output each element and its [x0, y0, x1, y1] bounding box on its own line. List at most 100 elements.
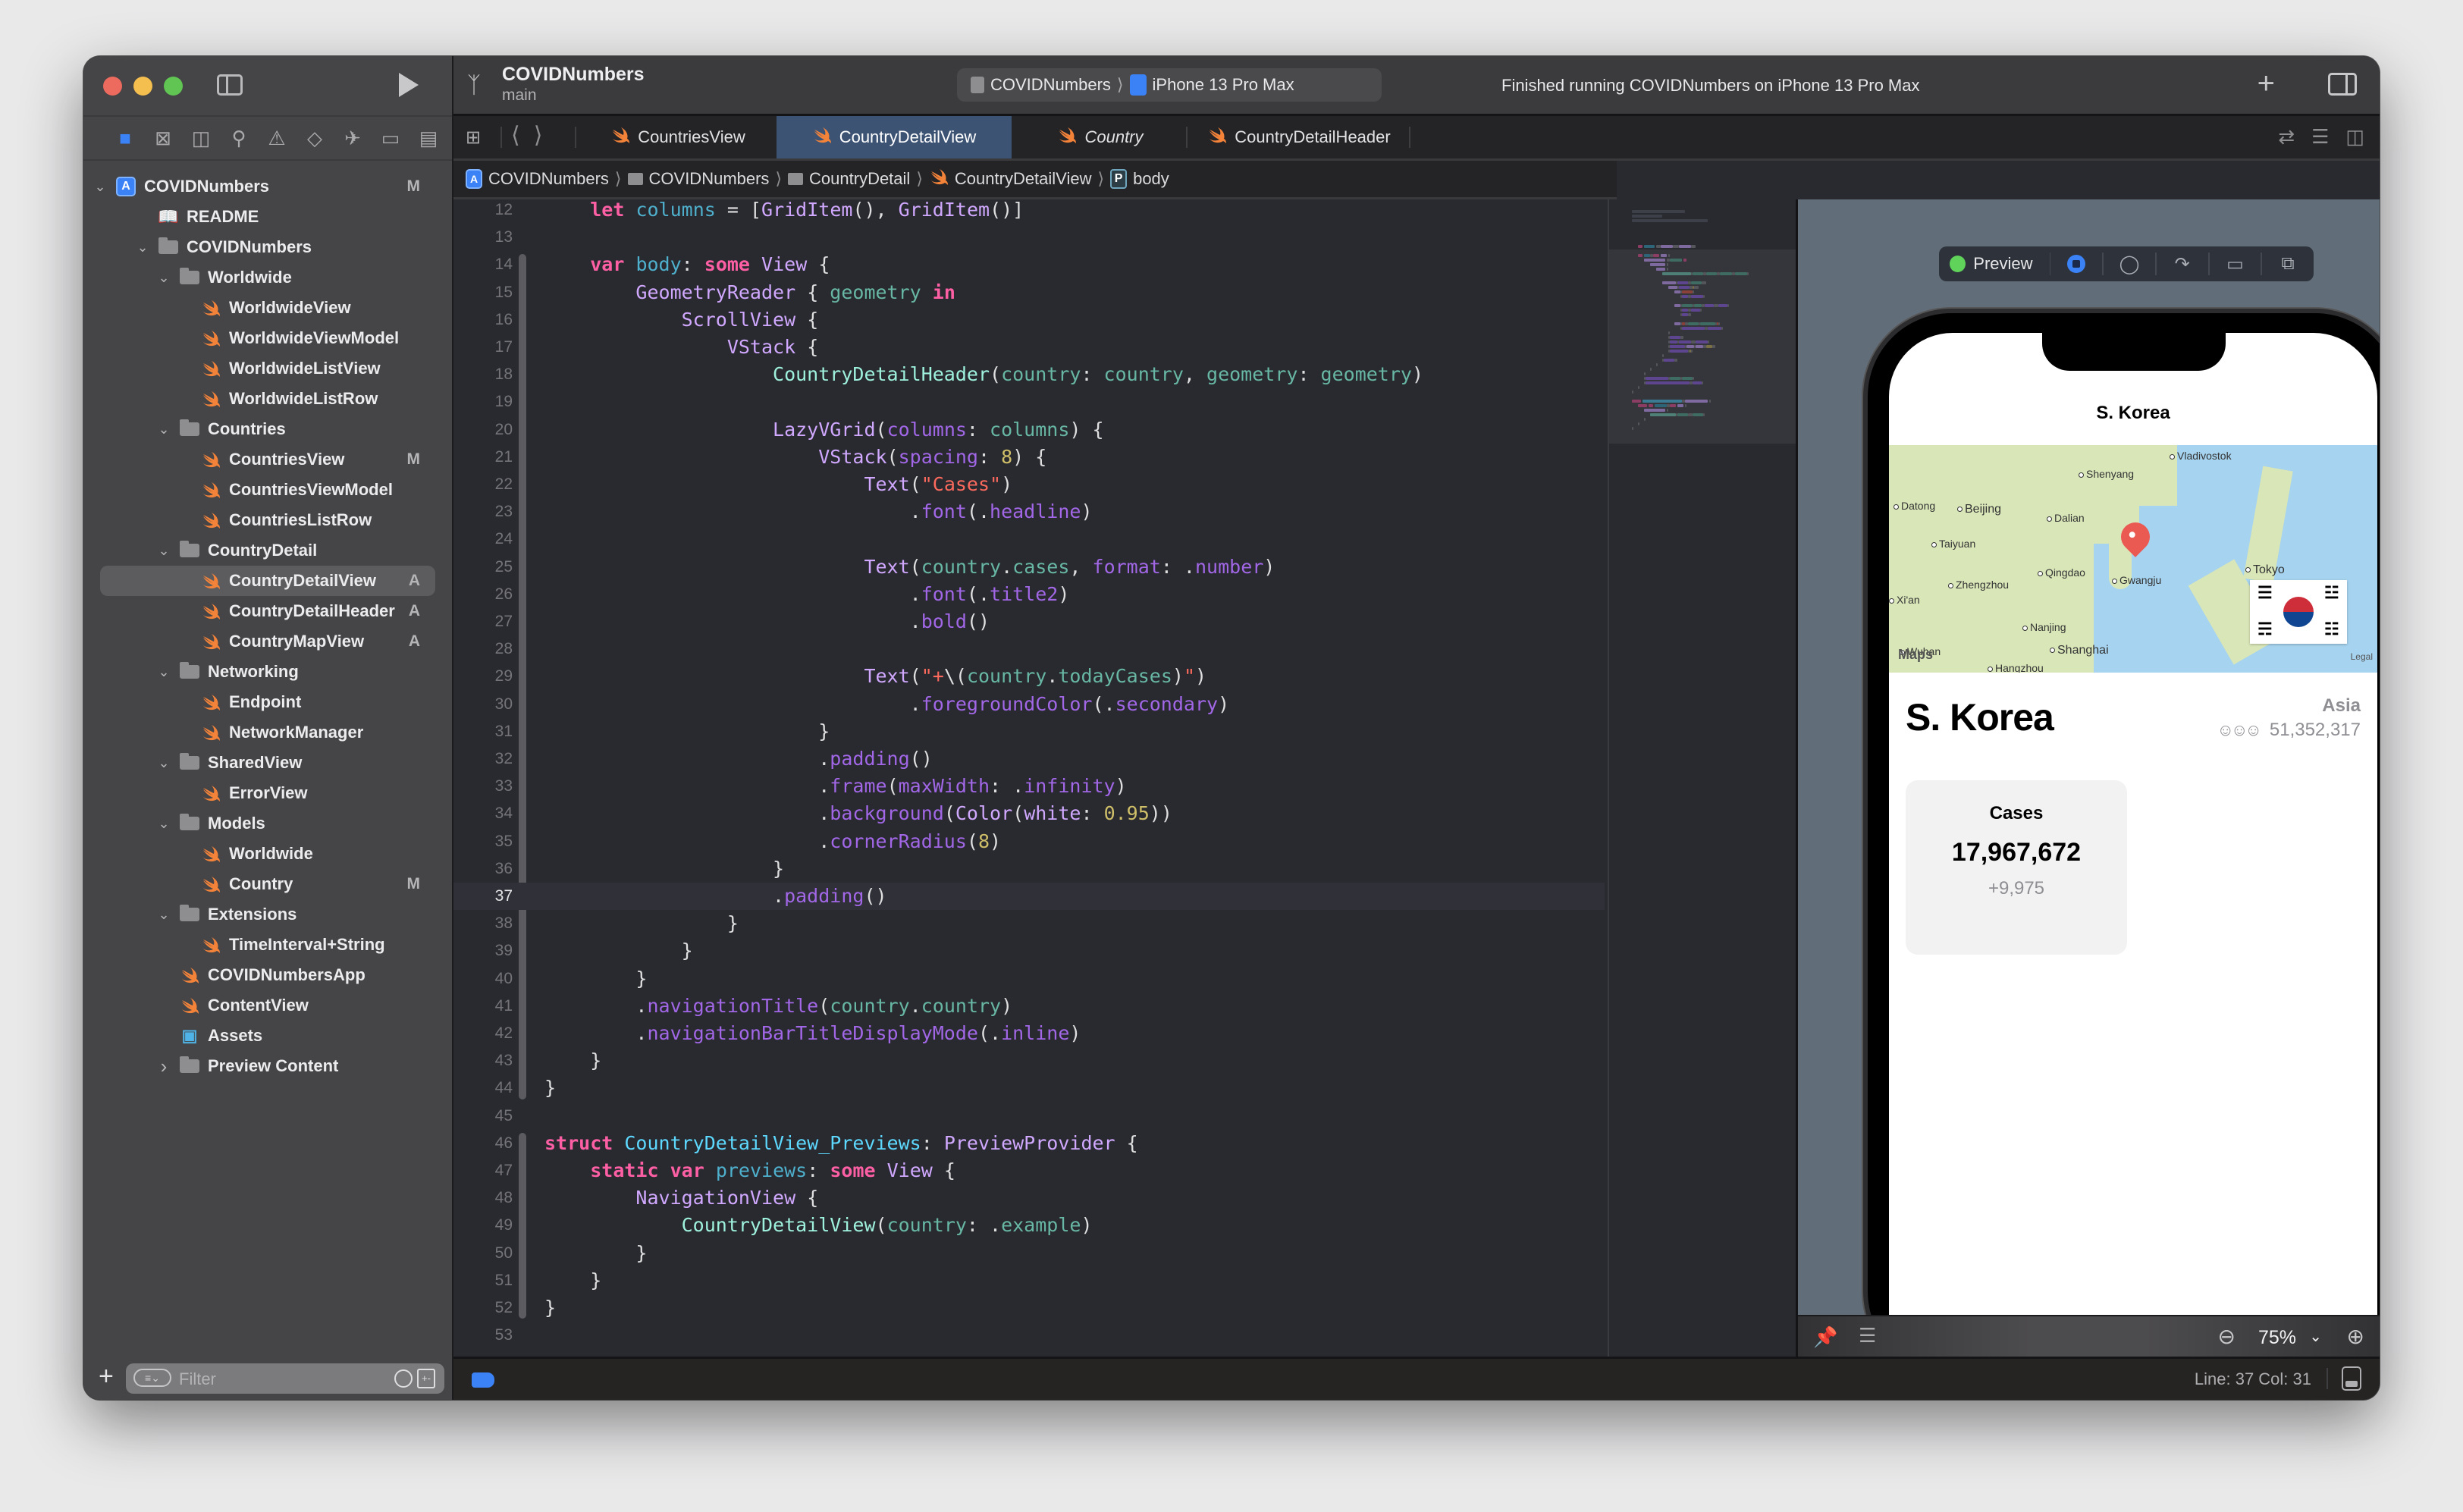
code-line[interactable]: 19 [453, 388, 1605, 416]
tree-item-assets[interactable]: ▣ Assets [83, 1021, 452, 1051]
code-line[interactable]: 41 .navigationTitle(country.country) [453, 993, 1605, 1020]
source-editor[interactable]: 12 let columns = [GridItem(), GridItem()… [453, 199, 1605, 1359]
breadcrumb-item[interactable]: COVIDNumbers [627, 169, 769, 189]
zoom-level[interactable]: 75% [2258, 1327, 2296, 1349]
code-line[interactable]: 42 .navigationBarTitleDisplayMode(.inlin… [453, 1020, 1605, 1047]
folder-icon[interactable]: ■ [106, 123, 144, 153]
close-window-button[interactable] [103, 77, 122, 96]
line-number[interactable]: 40 [453, 965, 513, 993]
tree-item-folder[interactable]: ⌄ Extensions [83, 899, 452, 930]
editor-tab[interactable]: Country [1015, 116, 1186, 158]
zoom-out-icon[interactable]: ⊖ [2218, 1324, 2236, 1349]
line-number[interactable]: 33 [453, 773, 513, 800]
code-line[interactable]: 44} [453, 1074, 1605, 1102]
code-line[interactable]: 46 struct CountryDetailView_Previews: Pre… [453, 1130, 1605, 1157]
line-number[interactable]: 52 [453, 1294, 513, 1322]
tree-item-swift[interactable]: ContentView [83, 990, 452, 1021]
recent-files-icon[interactable] [394, 1369, 413, 1388]
chevron-down-icon[interactable]: ⌄ [93, 179, 108, 195]
add-file-button[interactable]: + [99, 1362, 114, 1391]
code-line[interactable]: 21 VStack(spacing: 8) { [453, 444, 1605, 471]
line-number[interactable]: 12 [453, 199, 513, 224]
code-line[interactable]: 48 NavigationView { [453, 1184, 1605, 1212]
code-line[interactable]: 24 [453, 525, 1605, 553]
line-number[interactable]: 13 [453, 224, 513, 251]
editor-tab[interactable]: CountryDetailHeader [1189, 116, 1409, 158]
line-number[interactable]: 30 [453, 691, 513, 718]
library-plus-button[interactable]: + [2257, 67, 2275, 101]
run-button[interactable] [399, 73, 419, 97]
toggle-navigator-icon[interactable] [217, 74, 243, 96]
line-number[interactable]: 37 [453, 883, 513, 910]
chevron-down-icon[interactable]: ⌄ [156, 755, 171, 771]
line-number[interactable]: 24 [453, 525, 513, 553]
line-number[interactable]: 47 [453, 1157, 513, 1184]
rotate-device-icon[interactable]: ↷ [2157, 253, 2208, 275]
tree-item-folder[interactable]: ⌄ Countries [83, 414, 452, 444]
run-destination[interactable]: iPhone 13 Pro Max [1153, 75, 1294, 95]
line-number[interactable]: 31 [453, 718, 513, 745]
code-line[interactable]: 51 } [453, 1267, 1605, 1294]
chevron-down-icon[interactable]: ⌄ [156, 422, 171, 438]
breadcrumb-item[interactable]: Pbody [1110, 169, 1169, 189]
branch-name[interactable]: main [502, 86, 537, 105]
code-line[interactable]: 35 .cornerRadius(8) [453, 828, 1605, 855]
breakpoint-icon[interactable]: ▭ [372, 123, 409, 153]
line-number[interactable]: 41 [453, 993, 513, 1020]
scheme-selector[interactable]: COVIDNumbers ⟩ iPhone 13 Pro Max [957, 68, 1294, 102]
tree-item-swift[interactable]: CountryMapView A [83, 626, 452, 657]
line-number[interactable]: 46 [453, 1130, 513, 1157]
tree-item-swift[interactable]: WorldwideListView [83, 353, 452, 384]
tree-item-folder[interactable]: ⌄ COVIDNumbers [83, 232, 452, 262]
tree-item-folder[interactable]: › Preview Content [83, 1051, 452, 1081]
code-line[interactable]: 33 .frame(maxWidth: .infinity) [453, 773, 1605, 800]
line-number[interactable]: 42 [453, 1020, 513, 1047]
line-number[interactable]: 50 [453, 1240, 513, 1267]
tree-item-folder[interactable]: ⌄ Networking [83, 657, 452, 687]
code-line[interactable]: 27 .bold() [453, 608, 1605, 635]
device-settings-icon[interactable]: ▭ [2210, 253, 2261, 275]
line-number[interactable]: 20 [453, 416, 513, 444]
tree-item-swift[interactable]: CountryDetailHeader A [83, 596, 452, 626]
filter-options-icon[interactable]: ≡⌄ [133, 1369, 171, 1387]
add-editor-icon[interactable]: ◫ [2345, 125, 2364, 149]
code-line[interactable]: 30 .foregroundColor(.secondary) [453, 691, 1605, 718]
tree-item-swift[interactable]: Worldwide [83, 839, 452, 869]
line-number[interactable]: 26 [453, 581, 513, 608]
code-line[interactable]: 23 .font(.headline) [453, 498, 1605, 525]
toggle-inspector-icon[interactable] [2328, 73, 2357, 96]
variants-icon[interactable]: ☰ [1859, 1324, 1876, 1347]
line-number[interactable]: 32 [453, 745, 513, 773]
line-number[interactable]: 35 [453, 828, 513, 855]
filter-input[interactable] [177, 1366, 370, 1392]
line-number[interactable]: 53 [453, 1322, 513, 1349]
code-line[interactable]: 17 VStack { [453, 334, 1605, 361]
code-line[interactable]: 34 .background(Color(white: 0.95)) [453, 800, 1605, 827]
chevron-down-icon[interactable]: ⌄ [2309, 1327, 2322, 1346]
tree-item-folder[interactable]: ⌄ CountryDetail [83, 535, 452, 566]
live-preview-button[interactable] [2050, 255, 2102, 273]
code-line[interactable]: 49 CountryDetailView(country: .example) [453, 1212, 1605, 1239]
code-line[interactable]: 40 } [453, 965, 1605, 993]
issue-icon[interactable]: ⚠ [258, 123, 296, 153]
line-number[interactable]: 16 [453, 306, 513, 334]
tree-item-swift[interactable]: WorldwideListRow [83, 384, 452, 414]
code-line[interactable]: 45 [453, 1103, 1605, 1130]
chevron-down-icon[interactable]: ⌄ [156, 907, 171, 923]
code-line[interactable]: 12 let columns = [GridItem(), GridItem()… [453, 199, 1605, 224]
code-line[interactable]: 15 GeometryReader { geometry in [453, 279, 1605, 306]
code-line[interactable]: 43 } [453, 1047, 1605, 1074]
tree-item-folder[interactable]: ⌄ Worldwide [83, 262, 452, 293]
line-number[interactable]: 36 [453, 855, 513, 883]
country-map[interactable]: Vladivostok Shenyang Datong Beijing Dalian Ta… [1889, 445, 2377, 673]
code-line[interactable]: 53 [453, 1322, 1605, 1349]
line-number[interactable]: 51 [453, 1267, 513, 1294]
chevron-down-icon[interactable]: ⌄ [135, 240, 150, 256]
breadcrumb-item[interactable]: CountryDetail [788, 169, 910, 189]
tree-item-swift[interactable]: CountriesView M [83, 444, 452, 475]
tree-item-swift[interactable]: CountryDetailView A [100, 566, 435, 596]
code-line[interactable]: 16 ScrollView { [453, 306, 1605, 334]
line-number[interactable]: 43 [453, 1047, 513, 1074]
code-line[interactable]: 38 } [453, 910, 1605, 937]
line-number[interactable]: 38 [453, 910, 513, 937]
